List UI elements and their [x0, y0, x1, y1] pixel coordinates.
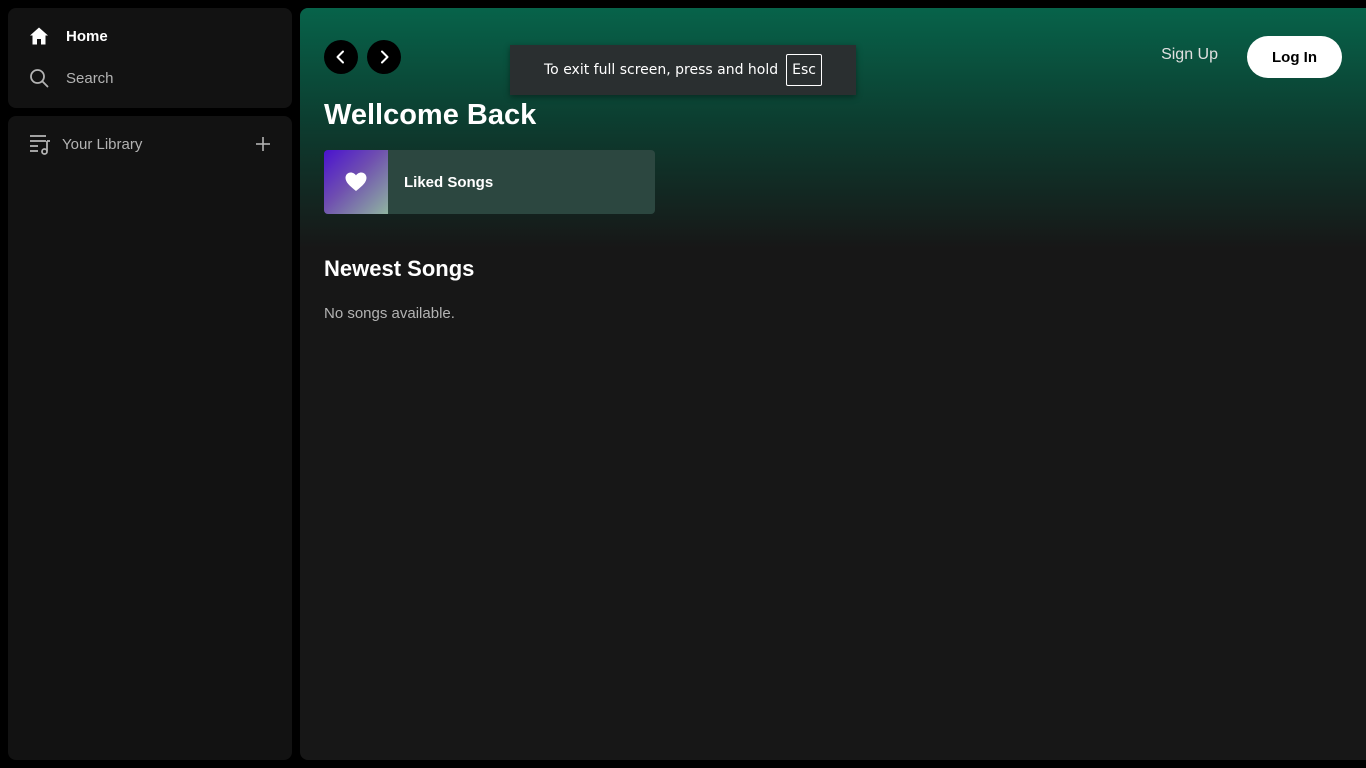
fullscreen-exit-toast: To exit full screen, press and hold Esc: [510, 45, 856, 95]
heart-icon: [345, 172, 367, 191]
back-button[interactable]: [324, 40, 358, 74]
sidebar-item-search[interactable]: Search: [28, 64, 114, 92]
chevron-right-icon: [381, 50, 389, 64]
fullscreen-message: To exit full screen, press and hold: [544, 62, 779, 78]
sidebar-item-home[interactable]: Home: [28, 22, 108, 50]
sidebar-item-label: Home: [66, 27, 108, 45]
add-library-button[interactable]: [252, 133, 274, 155]
main-content: Sign Up Log In Wellcome Back Liked Songs…: [300, 8, 1366, 760]
newest-songs-title: Newest Songs: [324, 256, 475, 281]
forward-button[interactable]: [367, 40, 401, 74]
chevron-left-icon: [336, 50, 344, 64]
page-title: Wellcome Back: [324, 99, 537, 131]
sidebar-nav-panel: Home Search: [8, 8, 292, 108]
esc-key-badge: Esc: [786, 54, 822, 86]
sidebar-item-label: Search: [66, 69, 114, 87]
home-icon: [28, 25, 50, 47]
plus-icon: [256, 137, 270, 151]
library-icon: [28, 132, 52, 156]
log-in-button[interactable]: Log In: [1247, 36, 1342, 78]
liked-songs-label: Liked Songs: [404, 173, 494, 191]
liked-songs-card[interactable]: Liked Songs: [324, 150, 655, 214]
liked-songs-thumbnail: [324, 150, 388, 214]
library-button[interactable]: Your Library: [28, 132, 142, 156]
empty-songs-message: No songs available.: [324, 305, 455, 322]
search-icon: [28, 67, 50, 89]
library-panel: Your Library: [8, 116, 292, 760]
library-label: Your Library: [62, 135, 143, 153]
sign-up-button[interactable]: Sign Up: [1161, 46, 1218, 64]
